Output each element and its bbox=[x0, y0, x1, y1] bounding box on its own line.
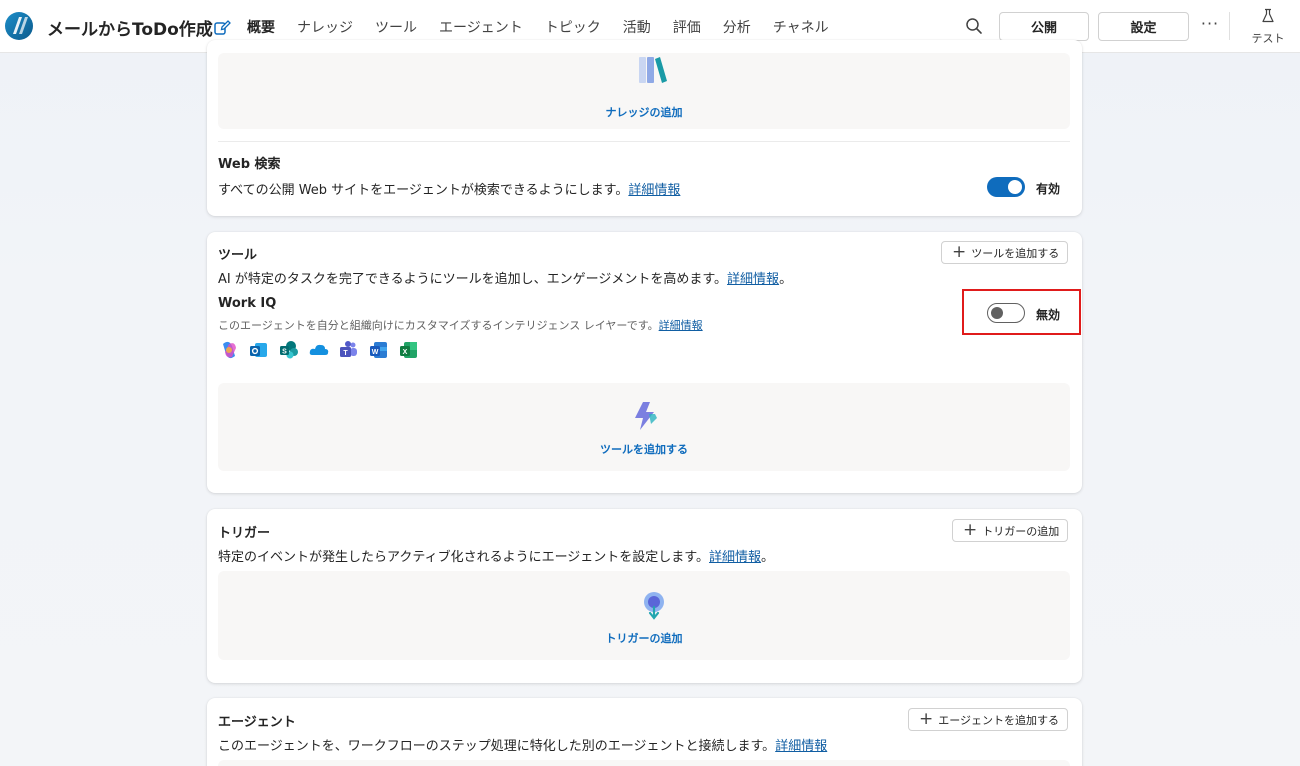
flask-icon bbox=[1262, 8, 1274, 23]
work-iq-description-text: このエージェントを自分と組織向けにカスタマイズするインテリジェンス レイヤーです… bbox=[218, 319, 659, 332]
web-search-toggle[interactable] bbox=[987, 177, 1025, 197]
toolbar-divider bbox=[1229, 12, 1230, 40]
add-trigger-link[interactable]: トリガーの追加 bbox=[218, 630, 1070, 646]
work-iq-learn-more-link[interactable]: 詳細情報 bbox=[659, 319, 703, 332]
test-button[interactable]: テスト bbox=[1240, 8, 1296, 46]
svg-text:T: T bbox=[343, 350, 348, 357]
triggers-description-suffix: 。 bbox=[761, 550, 775, 565]
add-tool-button-label: ツールを追加する bbox=[971, 246, 1060, 260]
settings-button[interactable]: 設定 bbox=[1098, 12, 1189, 41]
search-icon[interactable] bbox=[964, 16, 984, 36]
knowledge-card: ナレッジの追加 Web 検索 すべての公開 Web サイトをエージェントが検索で… bbox=[207, 40, 1082, 216]
tools-lightning-icon bbox=[635, 402, 657, 430]
toggle-knob bbox=[1008, 180, 1022, 194]
agents-title: エージェント bbox=[218, 715, 296, 730]
svg-text:W: W bbox=[372, 349, 379, 356]
agents-empty-state bbox=[218, 760, 1070, 766]
onedrive-icon bbox=[309, 344, 329, 355]
copilot-studio-logo-icon bbox=[5, 12, 33, 40]
add-trigger-button[interactable]: + トリガーの追加 bbox=[952, 519, 1069, 542]
copilot-icon bbox=[223, 341, 236, 359]
plus-icon: + bbox=[963, 520, 978, 540]
triggers-description-text: 特定のイベントが発生したらアクティブ化されるようにエージェントを設定します。 bbox=[218, 550, 710, 565]
knowledge-empty-state: ナレッジの追加 bbox=[218, 53, 1070, 129]
triggers-learn-more-link[interactable]: 詳細情報 bbox=[709, 550, 761, 565]
svg-text:S: S bbox=[282, 349, 287, 356]
work-iq-description: このエージェントを自分と組織向けにカスタマイズするインテリジェンス レイヤーです… bbox=[218, 317, 703, 333]
web-search-toggle-state: 有効 bbox=[1036, 182, 1061, 196]
web-search-title: Web 検索 bbox=[218, 157, 281, 172]
tools-empty-state: ツールを追加する bbox=[218, 383, 1070, 471]
add-tool-button[interactable]: + ツールを追加する bbox=[941, 241, 1069, 264]
triggers-card: トリガー + トリガーの追加 特定のイベントが発生したらアクティブ化されるようにエ… bbox=[207, 509, 1082, 683]
app-title: メールからToDo作成 bbox=[47, 20, 213, 40]
triggers-description: 特定のイベントが発生したらアクティブ化されるようにエージェントを設定します。詳細… bbox=[218, 546, 774, 565]
plus-icon: + bbox=[919, 709, 934, 729]
agents-description: このエージェントを、ワークフローのステップ処理に特化した別のエージェントと接続し… bbox=[218, 735, 827, 754]
agents-description-text: このエージェントを、ワークフローのステップ処理に特化した別のエージェントと接続し… bbox=[218, 739, 776, 754]
plus-icon: + bbox=[952, 242, 967, 262]
edit-agent-icon[interactable] bbox=[213, 18, 231, 36]
more-options-button[interactable]: ··· bbox=[1199, 14, 1221, 38]
work-iq-title: Work IQ bbox=[218, 296, 277, 311]
excel-icon: X bbox=[400, 342, 417, 358]
teams-icon: T bbox=[340, 341, 357, 357]
tools-card: ツール + ツールを追加する AI が特定のタスクを完了できるようにツールを追加し… bbox=[207, 232, 1082, 493]
work-iq-toggle-highlight bbox=[962, 289, 1081, 335]
agents-card: エージェント + エージェントを追加する このエージェントを、ワークフローのステッ… bbox=[207, 698, 1082, 766]
triggers-empty-state: トリガーの追加 bbox=[218, 571, 1070, 660]
web-search-learn-more-link[interactable]: 詳細情報 bbox=[628, 183, 680, 198]
knowledge-books-icon bbox=[639, 57, 667, 83]
sharepoint-icon: S bbox=[280, 341, 298, 359]
add-agent-button[interactable]: + エージェントを追加する bbox=[908, 708, 1069, 731]
tools-learn-more-link[interactable]: 詳細情報 bbox=[727, 272, 779, 287]
trigger-pin-icon bbox=[644, 592, 664, 620]
web-search-description-text: すべての公開 Web サイトをエージェントが検索できるようにします。 bbox=[218, 183, 629, 198]
agents-learn-more-link[interactable]: 詳細情報 bbox=[775, 739, 827, 754]
test-label: テスト bbox=[1251, 32, 1285, 45]
tools-title: ツール bbox=[218, 248, 258, 263]
tools-description-suffix: 。 bbox=[779, 272, 793, 287]
publish-button[interactable]: 公開 bbox=[999, 12, 1089, 41]
section-divider bbox=[218, 141, 1070, 142]
svg-text:X: X bbox=[403, 349, 408, 356]
triggers-title: トリガー bbox=[218, 526, 271, 541]
add-tool-link[interactable]: ツールを追加する bbox=[218, 441, 1070, 457]
add-agent-button-label: エージェントを追加する bbox=[938, 713, 1060, 727]
add-trigger-button-label: トリガーの追加 bbox=[982, 524, 1060, 538]
add-knowledge-link[interactable]: ナレッジの追加 bbox=[218, 104, 1070, 120]
outlook-icon bbox=[250, 343, 267, 357]
tools-description: AI が特定のタスクを完了できるようにツールを追加し、エンゲージメントを高めます… bbox=[218, 268, 792, 287]
word-icon: W bbox=[370, 342, 387, 358]
web-search-description: すべての公開 Web サイトをエージェントが検索できるようにします。詳細情報 bbox=[218, 179, 680, 198]
tools-description-text: AI が特定のタスクを完了できるようにツールを追加し、エンゲージメントを高めます… bbox=[218, 272, 728, 287]
